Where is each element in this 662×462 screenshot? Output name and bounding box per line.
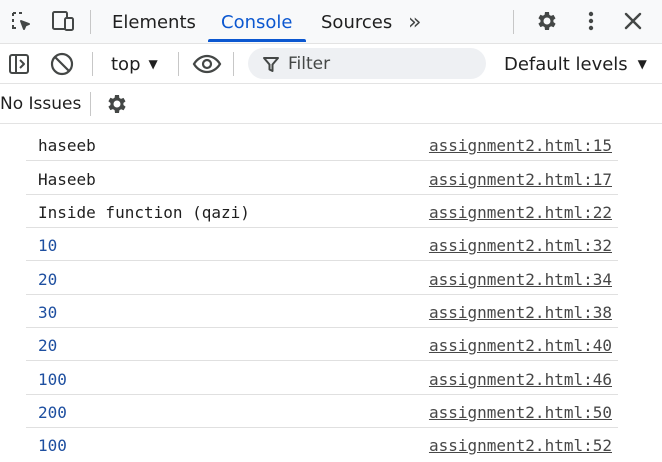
inspect-element-icon[interactable] <box>8 8 34 34</box>
tab-elements[interactable]: Elements <box>112 0 196 44</box>
console-message: 20 assignment2.html:40 <box>26 328 618 361</box>
source-link[interactable]: assignment2.html:34 <box>429 270 612 289</box>
clear-console-icon[interactable] <box>49 51 75 77</box>
tab-console[interactable]: Console <box>221 0 292 44</box>
close-icon[interactable] <box>620 8 646 34</box>
toolbar-divider <box>233 52 234 76</box>
console-message: 200 assignment2.html:50 <box>26 395 618 428</box>
console-settings-gear-icon[interactable] <box>104 91 130 117</box>
source-link[interactable]: assignment2.html:50 <box>429 403 612 422</box>
source-link[interactable]: assignment2.html:32 <box>429 236 612 255</box>
log-levels-dropdown[interactable]: Default levels ▼ <box>504 44 647 84</box>
message-text: Haseeb <box>38 170 96 189</box>
context-label: top <box>111 53 141 75</box>
console-message: 10 assignment2.html:32 <box>26 228 618 261</box>
source-link[interactable]: assignment2.html:40 <box>429 336 612 355</box>
dropdown-arrow-icon: ▼ <box>148 57 158 71</box>
message-number: 200 <box>38 403 67 422</box>
context-selector[interactable]: top ▼ <box>111 44 158 84</box>
live-expression-eye-icon[interactable] <box>192 51 222 77</box>
more-tabs-button[interactable]: » <box>408 0 421 44</box>
source-link[interactable]: assignment2.html:38 <box>429 303 612 322</box>
console-message: 100 assignment2.html:52 <box>26 428 618 461</box>
source-link[interactable]: assignment2.html:17 <box>429 170 612 189</box>
log-levels-label: Default levels <box>504 53 628 75</box>
toolbar-divider <box>90 10 91 34</box>
dropdown-arrow-icon: ▼ <box>637 57 647 71</box>
active-tab-indicator <box>208 39 306 42</box>
source-link[interactable]: assignment2.html:15 <box>429 136 612 155</box>
settings-gear-icon[interactable] <box>534 8 560 34</box>
console-message: Haseeb assignment2.html:17 <box>26 162 618 195</box>
message-text: Inside function (qazi) <box>38 203 250 222</box>
message-number: 20 <box>38 270 58 289</box>
source-link[interactable]: assignment2.html:52 <box>429 436 612 455</box>
source-link[interactable]: assignment2.html:46 <box>429 370 612 389</box>
filter-funnel-icon <box>262 55 280 73</box>
devtools-tab-bar: Elements Console Sources » <box>0 0 662 44</box>
issues-counter[interactable]: No Issues <box>0 84 81 124</box>
message-number: 100 <box>38 436 67 455</box>
message-number: 10 <box>38 236 58 255</box>
filter-box[interactable] <box>248 48 486 79</box>
toolbar-divider <box>90 92 91 116</box>
console-message: haseeb assignment2.html:15 <box>26 128 618 161</box>
tab-sources[interactable]: Sources <box>321 0 392 44</box>
message-number: 30 <box>38 303 58 322</box>
source-link[interactable]: assignment2.html:22 <box>429 203 612 222</box>
console-message: Inside function (qazi) assignment2.html:… <box>26 195 618 228</box>
more-options-icon[interactable] <box>578 8 604 34</box>
device-toolbar-icon[interactable] <box>50 8 76 34</box>
console-message: 100 assignment2.html:46 <box>26 362 618 395</box>
toolbar-divider <box>178 52 179 76</box>
issues-bar: No Issues <box>0 84 662 124</box>
message-text: haseeb <box>38 136 96 155</box>
console-message: 30 assignment2.html:38 <box>26 295 618 328</box>
console-message: 20 assignment2.html:34 <box>26 262 618 295</box>
toolbar-divider <box>92 52 93 76</box>
message-number: 100 <box>38 370 67 389</box>
message-number: 20 <box>38 336 58 355</box>
toolbar-divider <box>513 10 514 34</box>
filter-input[interactable] <box>288 53 478 74</box>
show-sidebar-icon[interactable] <box>6 51 32 77</box>
console-toolbar: top ▼ Default levels ▼ <box>0 44 662 84</box>
